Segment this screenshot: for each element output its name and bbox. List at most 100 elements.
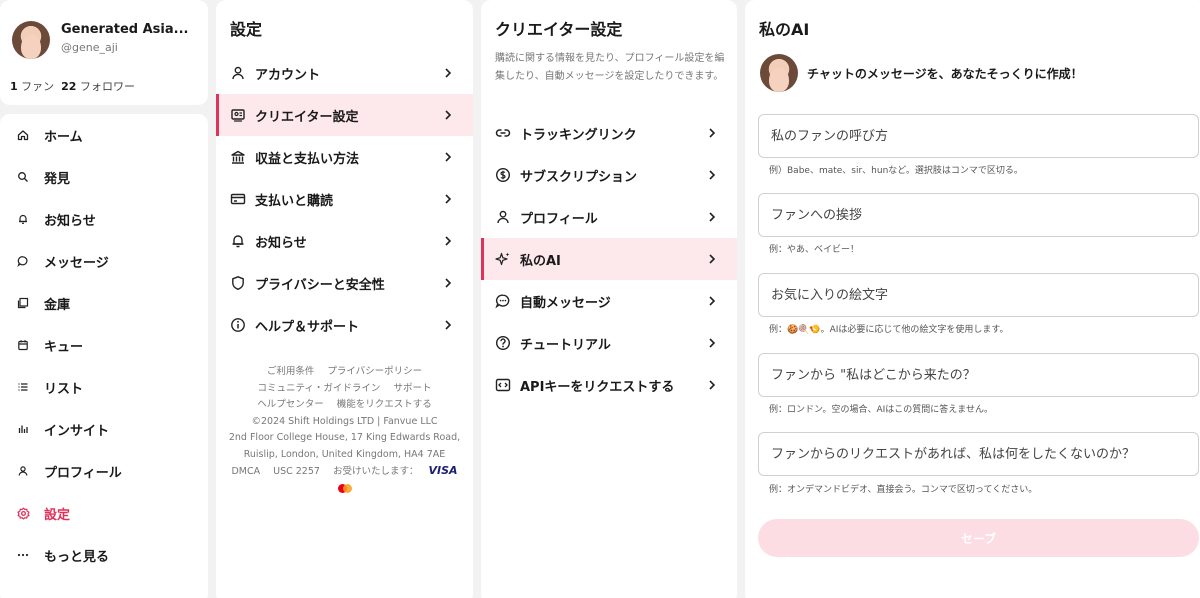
fans-label[interactable]: ファン — [21, 80, 54, 93]
settings-item-payments[interactable]: 支払いと購読 — [216, 178, 473, 220]
avatar[interactable] — [12, 21, 50, 59]
sidebar-item-vault[interactable]: 金庫 — [0, 283, 208, 323]
chevron-right-icon — [705, 294, 719, 308]
declined-requests-hint: 例：オンデマンドビデオ、直接会う。コンマで区切ってください。 — [769, 485, 1038, 495]
chevron-right-icon — [705, 378, 719, 392]
settings-item-label: ヘルプ＆サポート — [255, 319, 360, 335]
fans-count: 1 — [10, 80, 18, 93]
favorite-emoji-field[interactable] — [758, 273, 1199, 317]
settings-footer: ご利用条件 プライバシーポリシー コミュニティ・ガイドライン サポート ヘルプセ… — [216, 364, 473, 497]
sidebar-item-lists[interactable]: リスト — [0, 367, 208, 407]
creator-item-label: チュートリアル — [520, 337, 611, 353]
list-icon — [16, 380, 30, 394]
home-icon — [16, 128, 30, 142]
sidebar-item-label: キュー — [44, 339, 84, 355]
privacy-link[interactable]: プライバシーポリシー — [327, 366, 422, 377]
sidebar-item-notifications[interactable]: お知らせ — [0, 199, 208, 239]
creator-icon — [230, 107, 246, 123]
sidebar-item-home[interactable]: ホーム — [0, 115, 208, 155]
creator-settings-description: 購読に関する情報を見たり、プロフィール設定を編集したり、自動メッセージを設定した… — [495, 53, 725, 82]
my-ai-panel: 私のAI チャットのメッセージを、あなたそっくりに作成！ 例）Babe、mate… — [745, 0, 1200, 598]
avatar — [760, 54, 798, 92]
sidebar-item-messages[interactable]: メッセージ — [0, 241, 208, 281]
origin-answer-field[interactable] — [758, 353, 1199, 397]
followers-count: 22 — [61, 80, 77, 93]
sidebar-item-settings[interactable]: 設定 — [0, 493, 208, 533]
creator-item-label: 自動メッセージ — [520, 295, 611, 311]
settings-title: 設定 — [230, 20, 263, 39]
help-center-link[interactable]: ヘルプセンター — [257, 399, 324, 410]
settings-item-account[interactable]: アカウント — [216, 52, 473, 94]
bell-icon — [16, 212, 30, 226]
creator-item-profile[interactable]: プロフィール — [481, 196, 737, 238]
fan-nickname-field[interactable] — [758, 114, 1199, 158]
sidebar-item-queue[interactable]: キュー — [0, 325, 208, 365]
fan-nickname-hint: 例）Babe、mate、sir、hunなど。選択肢はコンマで区切る。 — [769, 166, 1023, 176]
feature-request-link[interactable]: 機能をリクエストする — [337, 399, 432, 410]
usc-link[interactable]: USC 2257 — [273, 466, 320, 477]
declined-requests-field[interactable] — [758, 432, 1199, 476]
creator-item-label: 私のAI — [520, 253, 561, 269]
bank-icon — [230, 149, 246, 165]
sidebar-item-label: 設定 — [44, 507, 71, 523]
settings-item-label: クリエイター設定 — [255, 109, 359, 125]
visa-logo: VISA — [428, 464, 458, 477]
card-icon — [230, 191, 246, 207]
creator-item-api-key[interactable]: APIキーをリクエストする — [481, 364, 737, 406]
creator-item-my-ai[interactable]: 私のAI — [481, 238, 737, 280]
sidebar-item-insights[interactable]: インサイト — [0, 409, 208, 449]
chevron-right-icon — [441, 318, 455, 332]
save-button[interactable]: セーブ — [758, 519, 1199, 557]
search-icon — [16, 170, 30, 184]
profile-card: Generated Asia... @gene_aji 1 ファン 22 フォロ… — [0, 0, 208, 105]
sidebar-item-label: 金庫 — [44, 297, 71, 313]
community-guidelines-link[interactable]: コミュニティ・ガイドライン — [258, 383, 381, 394]
sidebar-item-label: もっと見る — [44, 549, 110, 565]
settings-item-label: 支払いと購読 — [255, 193, 334, 209]
chevron-right-icon — [441, 234, 455, 248]
settings-item-earnings[interactable]: 収益と支払い方法 — [216, 136, 473, 178]
user-icon — [16, 464, 30, 478]
support-link[interactable]: サポート — [393, 383, 431, 394]
dollar-icon — [495, 167, 511, 183]
terms-link[interactable]: ご利用条件 — [267, 366, 315, 377]
sidebar-item-label: インサイト — [44, 423, 110, 439]
creator-item-tutorial[interactable]: チュートリアル — [481, 322, 737, 364]
sidebar-item-label: お知らせ — [44, 213, 96, 229]
sidebar-item-more[interactable]: もっと見る — [0, 535, 208, 575]
sidebar-item-label: リスト — [44, 381, 84, 397]
fan-greeting-field[interactable] — [758, 193, 1199, 237]
creator-item-tracking-links[interactable]: トラッキングリンク — [481, 112, 737, 154]
settings-item-help[interactable]: ヘルプ＆サポート — [216, 304, 473, 346]
profile-name[interactable]: Generated Asia... — [61, 22, 201, 37]
profile-handle: @gene_aji — [61, 41, 118, 54]
copyright: ©2024 Shift Holdings LTD | Fanvue LLC — [251, 415, 438, 427]
sidebar-item-label: ホーム — [44, 129, 83, 145]
creator-item-auto-messages[interactable]: 自動メッセージ — [481, 280, 737, 322]
sidebar-item-label: メッセージ — [44, 255, 109, 271]
sidebar-item-profile[interactable]: プロフィール — [0, 451, 208, 491]
followers-label[interactable]: フォロワー — [80, 80, 135, 93]
sidebar-item-discover[interactable]: 発見 — [0, 157, 208, 197]
chat-icon — [16, 254, 30, 268]
settings-item-label: プライバシーと安全性 — [255, 277, 385, 293]
code-icon — [495, 377, 511, 393]
chevron-right-icon — [705, 252, 719, 266]
fan-greeting-hint: 例：やあ、ベイビー！ — [769, 245, 860, 255]
sidebar-item-label: プロフィール — [44, 465, 122, 481]
chevron-right-icon — [441, 276, 455, 290]
favorite-emoji-hint: 例：🍪🍭🍤。AIは必要に応じて他の絵文字を使用します。 — [769, 325, 1009, 335]
mastercard-icon — [337, 483, 352, 493]
settings-item-creator[interactable]: クリエイター設定 — [216, 94, 473, 136]
settings-item-notifications[interactable]: お知らせ — [216, 220, 473, 262]
settings-item-privacy[interactable]: プライバシーと安全性 — [216, 262, 473, 304]
chat-icon — [495, 293, 511, 309]
address-line-1: 2nd Floor College House, 17 King Edwards… — [228, 432, 461, 443]
shield-icon — [230, 275, 246, 291]
vault-icon — [16, 296, 30, 310]
creator-item-subscriptions[interactable]: サブスクリプション — [481, 154, 737, 196]
settings-item-label: お知らせ — [255, 235, 307, 251]
dmca-link[interactable]: DMCA — [231, 466, 260, 477]
chevron-right-icon — [705, 168, 719, 182]
sidebar-item-label: 発見 — [44, 171, 71, 187]
